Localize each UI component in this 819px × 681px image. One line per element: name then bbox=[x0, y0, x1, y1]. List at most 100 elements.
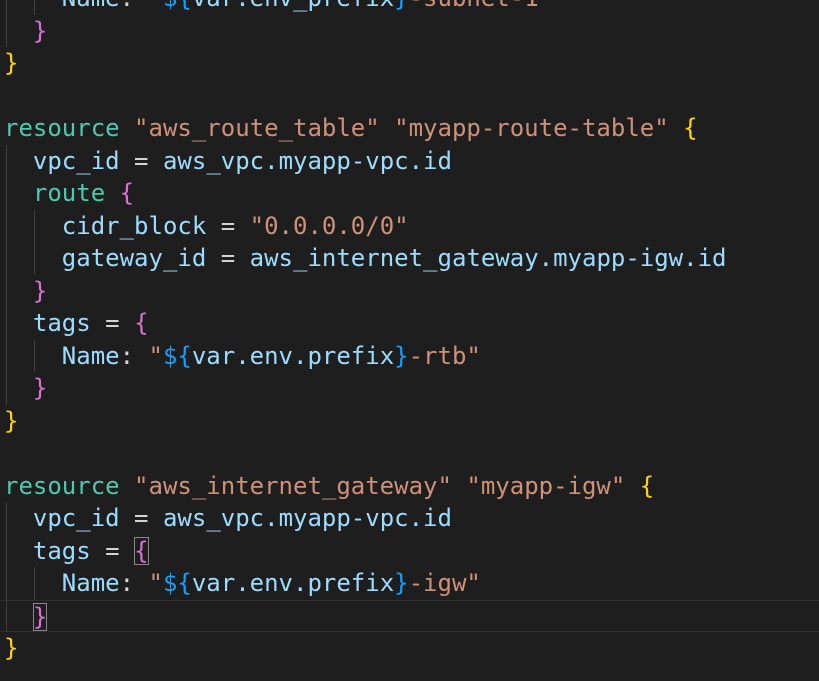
code-line[interactable]: gateway_id = aws_internet_gateway.myapp-… bbox=[0, 242, 819, 275]
indent-guide bbox=[34, 242, 35, 275]
indent-guide bbox=[34, 567, 35, 600]
code-token: : bbox=[120, 0, 134, 12]
code-token: "aws_route_table" bbox=[134, 114, 380, 142]
indent-guide bbox=[6, 307, 7, 340]
code-token: -igw" bbox=[408, 569, 481, 597]
code-token: "myapp-igw" bbox=[466, 471, 626, 500]
code-token: "myapp-route-table" bbox=[394, 114, 669, 142]
code-line[interactable]: Name: "${var.env_prefix}-subnet-1 bbox=[0, 0, 819, 15]
code-token: " bbox=[149, 0, 163, 12]
code-editor[interactable]: Name: "${var.env_prefix}-subnet-1 }} reso… bbox=[0, 0, 819, 665]
indent-guide bbox=[6, 274, 7, 307]
code-line[interactable]: } bbox=[0, 14, 819, 47]
code-line[interactable]: } bbox=[0, 47, 819, 80]
code-token: } bbox=[4, 49, 19, 77]
code-line[interactable]: Name: "${var.env.prefix}-igw" bbox=[0, 567, 819, 600]
code-token: Name bbox=[62, 0, 120, 12]
code-token: ${ bbox=[162, 569, 192, 597]
code-token: { bbox=[134, 536, 149, 565]
code-token: } bbox=[394, 341, 409, 370]
code-line[interactable]: Name: "${var.env.prefix}-rtb" bbox=[0, 339, 819, 372]
code-token: "aws_internet_gateway" bbox=[134, 471, 452, 500]
indent-guide bbox=[6, 177, 7, 210]
code-token: ${ bbox=[163, 0, 192, 12]
current-code-line[interactable]: } bbox=[0, 599, 819, 632]
code-token: = bbox=[90, 536, 135, 565]
indent-guide bbox=[6, 0, 7, 15]
code-line[interactable]: } bbox=[0, 372, 819, 405]
code-line[interactable]: vpc_id = aws_vpc.myapp-vpc.id bbox=[0, 502, 819, 535]
code-token: " bbox=[148, 341, 163, 370]
code-token: } bbox=[4, 634, 19, 662]
indent-guide bbox=[6, 600, 7, 631]
code-token: { bbox=[639, 471, 655, 500]
code-token: } bbox=[394, 569, 409, 597]
code-token: Name bbox=[61, 341, 120, 370]
indent-guide bbox=[6, 339, 7, 372]
code-line[interactable] bbox=[0, 437, 819, 470]
code-token: resource bbox=[4, 471, 120, 500]
indent-guide bbox=[6, 144, 7, 177]
code-token: " bbox=[148, 569, 163, 597]
code-line[interactable]: route { bbox=[0, 177, 819, 210]
indent-guide bbox=[6, 209, 7, 242]
code-token: cidr_block bbox=[61, 211, 207, 240]
code-line[interactable]: resource "aws_internet_gateway" "myapp-i… bbox=[0, 470, 819, 503]
code-token: aws_vpc.myapp-vpc.id bbox=[162, 146, 452, 175]
indent-guide bbox=[34, 209, 35, 242]
code-token: = bbox=[206, 244, 250, 272]
code-token: : bbox=[119, 569, 135, 597]
code-token: { bbox=[683, 114, 698, 142]
code-token: -rtb" bbox=[408, 341, 481, 370]
code-line[interactable]: tags = { bbox=[0, 307, 819, 340]
code-token: var.env_prefix bbox=[192, 0, 394, 12]
code-token: } bbox=[394, 0, 408, 12]
code-token: } bbox=[4, 406, 19, 435]
code-line[interactable]: resource "aws_route_table" "myapp-route-… bbox=[0, 112, 819, 145]
indent-guide bbox=[6, 567, 7, 600]
code-token: tags bbox=[32, 536, 91, 565]
code-token: aws_vpc.myapp-vpc.id bbox=[162, 504, 452, 532]
indent-guide bbox=[6, 534, 7, 567]
indent-guide bbox=[34, 0, 35, 15]
code-token: = bbox=[90, 309, 135, 337]
code-token: ${ bbox=[162, 341, 192, 370]
code-line[interactable]: } bbox=[0, 274, 819, 307]
indent-guide bbox=[6, 242, 7, 275]
code-line[interactable]: } bbox=[0, 632, 819, 665]
code-token: = bbox=[206, 211, 250, 240]
code-token: resource bbox=[4, 114, 120, 142]
code-line[interactable]: } bbox=[0, 405, 819, 438]
code-line[interactable]: tags = { bbox=[0, 534, 819, 567]
indent-guide bbox=[34, 339, 35, 372]
code-token: } bbox=[32, 16, 48, 45]
indent-guide bbox=[6, 502, 7, 535]
code-line[interactable]: vpc_id = aws_vpc.myapp-vpc.id bbox=[0, 144, 819, 177]
code-token: } bbox=[32, 602, 48, 631]
code-token: route bbox=[32, 179, 106, 207]
code-token: tags bbox=[32, 309, 91, 337]
code-token: var.env.prefix bbox=[191, 341, 395, 370]
code-line[interactable] bbox=[0, 80, 819, 113]
code-line[interactable]: cidr_block = "0.0.0.0/0" bbox=[0, 209, 819, 242]
code-token: "0.0.0.0/0" bbox=[249, 211, 409, 240]
code-token: : bbox=[119, 341, 135, 370]
code-token: vpc_id bbox=[32, 146, 120, 175]
